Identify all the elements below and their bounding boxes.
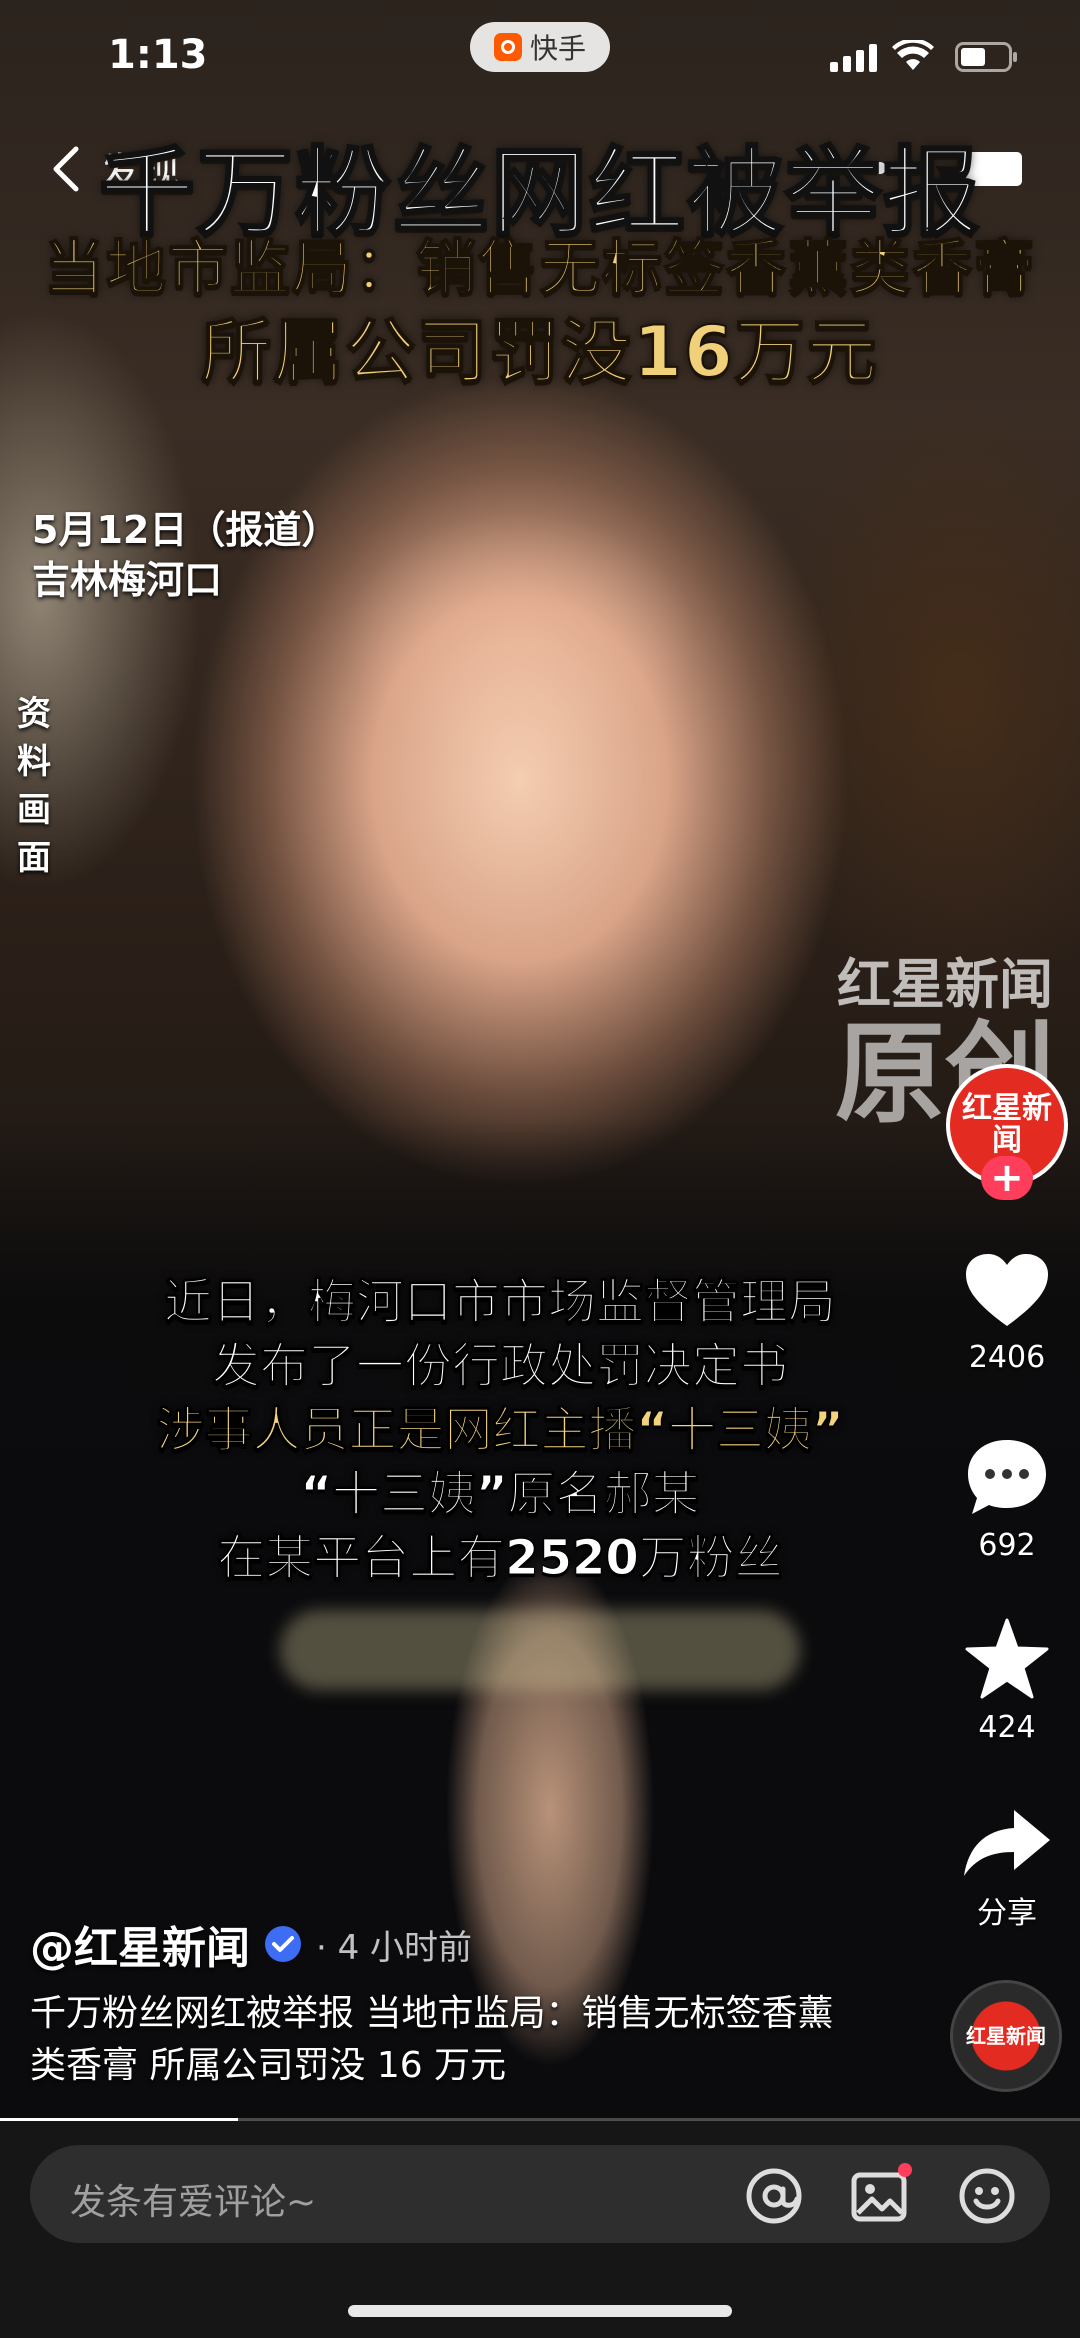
- like-button[interactable]: 2406: [946, 1252, 1068, 1375]
- home-indicator: [348, 2305, 732, 2317]
- author-name[interactable]: @红星新闻: [30, 1912, 250, 1976]
- mention-icon[interactable]: [745, 2167, 803, 2225]
- favorite-count: 424: [978, 1710, 1036, 1745]
- video-subheadline-2: 所属公司罚没16万元: [200, 310, 879, 394]
- comment-input[interactable]: 发条有爱评论~: [30, 2145, 1050, 2243]
- blurred-subtitle: [280, 1610, 800, 1690]
- video-subheadline-1: 当地市监局：销售无标签香薰类香膏: [43, 233, 1036, 305]
- post-time: · 4 小时前: [316, 1927, 473, 1968]
- status-bar: 1:13 快手: [0, 0, 1080, 110]
- subtitle-line: 在某平台上有2520万粉丝: [217, 1530, 784, 1587]
- subtitle-line: 发布了一份行政处罚决定书: [211, 1338, 788, 1395]
- post-caption[interactable]: 千万粉丝网红被举报 当地市监局：销售无标签香薰类香膏 所属公司罚没 16 万元: [30, 1988, 860, 2092]
- favorite-button[interactable]: 424: [946, 1618, 1068, 1745]
- report-date: 5月12日（报道）: [32, 508, 340, 552]
- comment-count: 692: [978, 1528, 1036, 1563]
- wifi-icon: [892, 40, 934, 70]
- verified-badge-icon: [265, 1926, 301, 1962]
- app-name: 快手: [529, 32, 586, 65]
- report-date-location: 5月12日（报道） 吉林梅河口: [32, 505, 339, 605]
- share-button[interactable]: 分享: [946, 1808, 1068, 1932]
- subtitle-line: 涉事人员正是网红主播“十三姨”: [156, 1402, 844, 1459]
- report-location: 吉林梅河口: [32, 558, 223, 602]
- music-disc[interactable]: 红星新闻: [950, 1980, 1062, 2092]
- star-icon: [965, 1618, 1049, 1699]
- like-count: 2406: [968, 1340, 1046, 1375]
- follow-button[interactable]: +: [981, 1156, 1033, 1200]
- battery-icon: [955, 42, 1017, 72]
- watermark-brand: 红星新闻: [837, 952, 1053, 1016]
- share-arrow-icon: [964, 1810, 1050, 1876]
- emoji-icon[interactable]: [958, 2167, 1016, 2225]
- bottom-comment-bar: 发条有爱评论~: [0, 2121, 1080, 2338]
- image-icon[interactable]: [850, 2167, 908, 2225]
- comment-bubble-icon: [968, 1440, 1046, 1514]
- comment-placeholder: 发条有爱评论~: [70, 2182, 317, 2223]
- heart-icon: [966, 1254, 1048, 1326]
- cellular-signal-icon: [830, 44, 877, 72]
- subtitle-line: 近日，梅河口市市场监督管理局: [163, 1274, 836, 1331]
- subtitle-line: “十三姨”原名郝某: [300, 1466, 700, 1523]
- notification-dot: [898, 2163, 912, 2177]
- status-time: 1:13: [108, 32, 208, 78]
- archive-footage-label: 资料画面: [17, 694, 51, 878]
- app-indicator-pill: 快手: [470, 22, 610, 72]
- comment-button[interactable]: 692: [946, 1436, 1068, 1563]
- author-row: @红星新闻 · 4 小时前: [30, 1912, 472, 1976]
- share-label: 分享: [977, 1896, 1037, 1931]
- kuaishou-logo-icon: [493, 33, 522, 61]
